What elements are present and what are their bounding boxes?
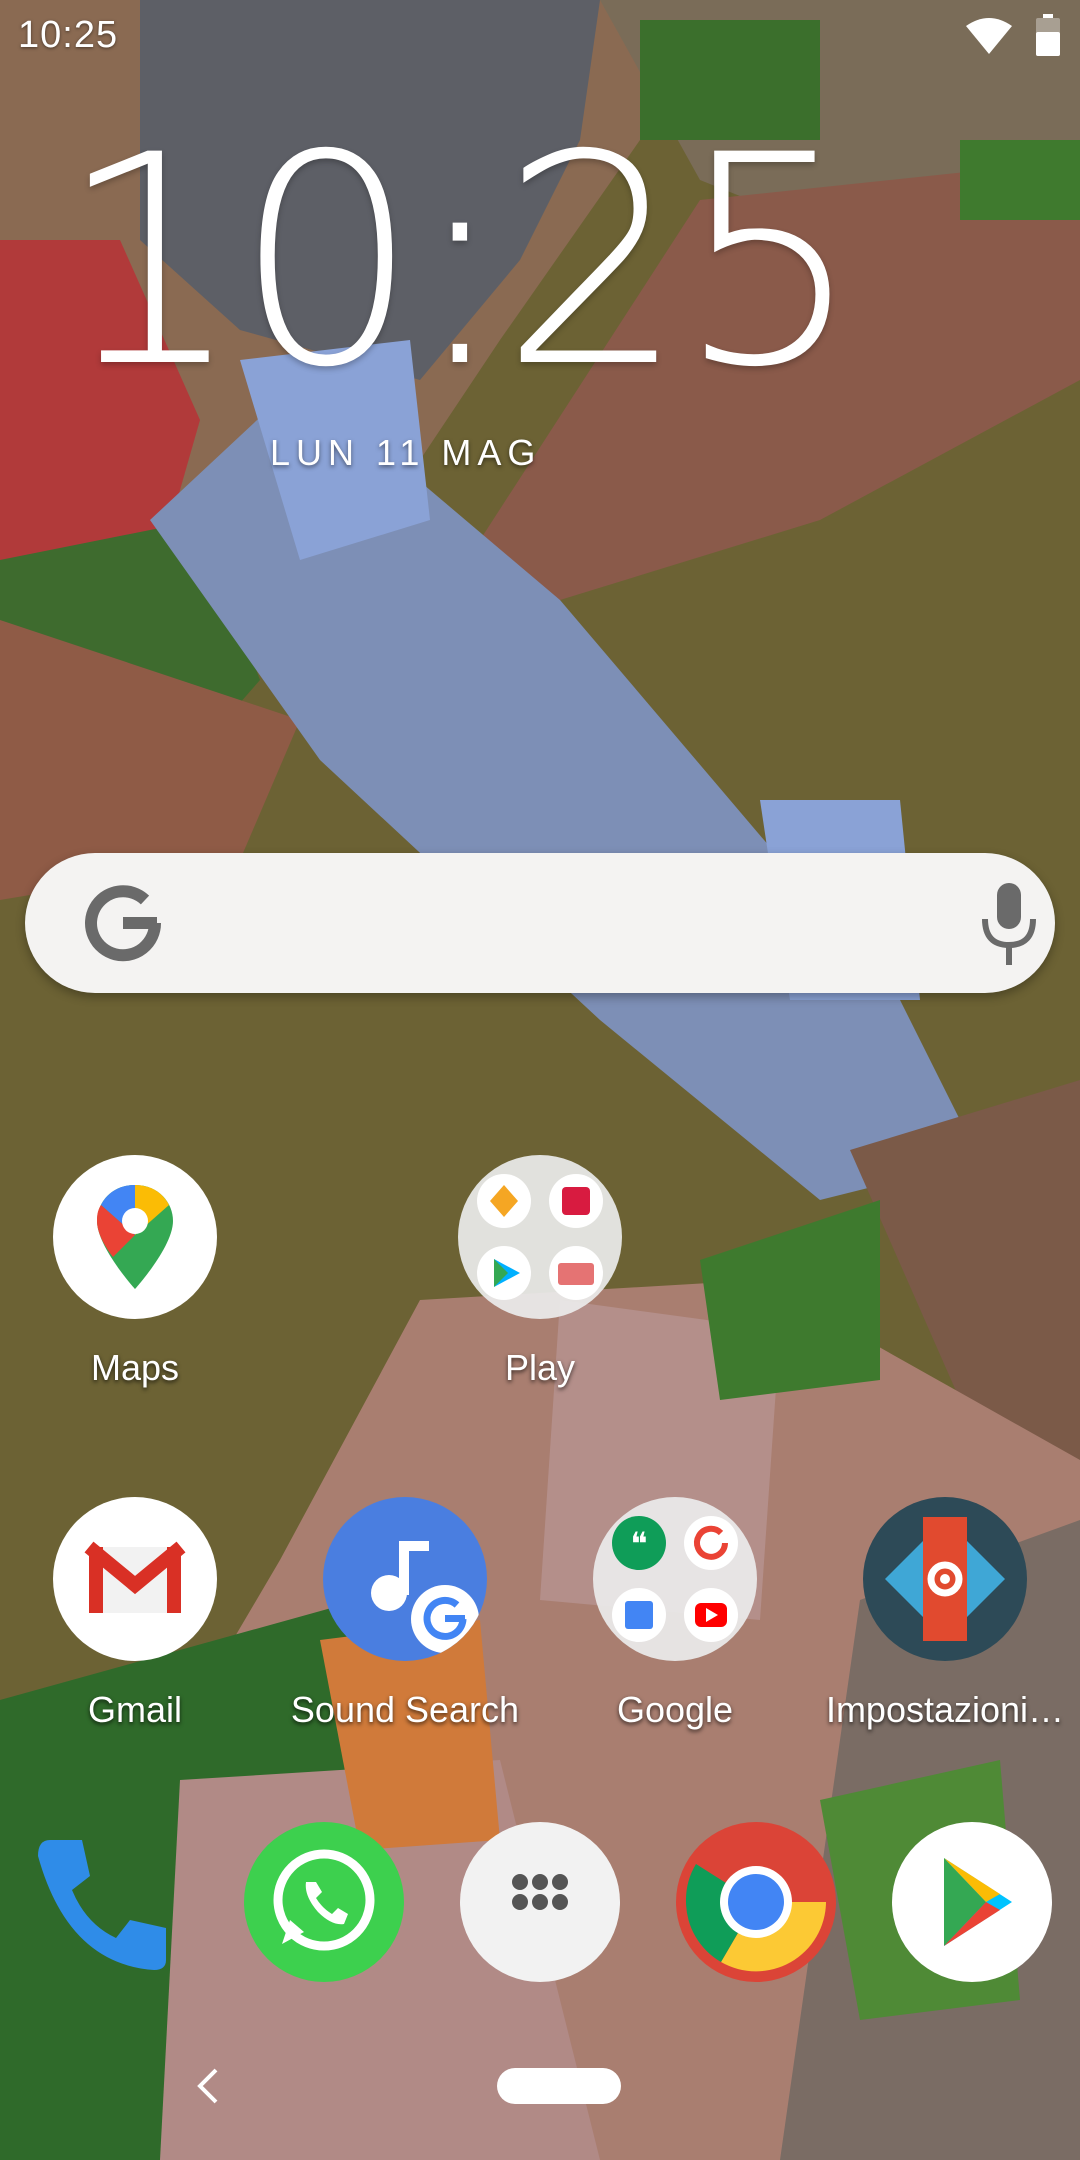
back-icon[interactable] [196, 2066, 220, 2106]
svg-text:❝: ❝ [630, 1526, 647, 1562]
dock-play-store[interactable] [890, 1820, 1054, 1984]
nova-settings-icon [863, 1497, 1027, 1661]
home-date[interactable]: LUN 11 MAG [270, 432, 541, 474]
google-folder-icon: ❝ [593, 1497, 757, 1661]
google-g-icon[interactable] [83, 883, 163, 963]
battery-icon [1036, 14, 1060, 56]
whatsapp-icon [244, 1822, 404, 1982]
play-folder-icon [458, 1155, 622, 1319]
app-nova-settings[interactable]: Impostazioni… [825, 1497, 1065, 1731]
dock-phone[interactable] [20, 1820, 184, 1984]
status-bar: 10:25 [0, 0, 1080, 72]
google-search-bar[interactable] [25, 853, 1055, 993]
gmail-icon [53, 1497, 217, 1661]
phone-icon [38, 1840, 166, 1970]
app-label: Play [504, 1347, 576, 1388]
app-label: Maps [90, 1347, 180, 1388]
wifi-icon [966, 18, 1012, 54]
app-label: Google [616, 1689, 734, 1730]
app-label: Sound Search [290, 1689, 520, 1730]
status-time: 10:25 [18, 14, 119, 56]
app-drawer-icon [460, 1822, 620, 1982]
sound-search-icon [323, 1497, 487, 1661]
mic-icon[interactable] [979, 883, 1039, 967]
dock-chrome[interactable] [674, 1820, 838, 1984]
home-clock-time: 10:25 [58, 94, 862, 431]
dock-whatsapp[interactable] [242, 1820, 406, 1984]
app-maps[interactable]: Maps [15, 1155, 255, 1389]
app-label: Gmail [87, 1689, 182, 1730]
google-maps-icon [53, 1155, 217, 1319]
home-clock[interactable]: 10:25 [58, 118, 862, 408]
app-label: Impostazioni… [825, 1689, 1065, 1730]
play-store-icon [892, 1822, 1052, 1982]
app-gmail[interactable]: Gmail [15, 1497, 255, 1731]
app-sound-search[interactable]: Sound Search [285, 1497, 525, 1731]
chrome-icon [676, 1822, 836, 1982]
home-pill[interactable] [497, 2068, 621, 2104]
folder-play[interactable]: Play [420, 1155, 660, 1389]
folder-google[interactable]: ❝ Google [555, 1497, 795, 1731]
dock-app-drawer[interactable] [458, 1820, 622, 1984]
